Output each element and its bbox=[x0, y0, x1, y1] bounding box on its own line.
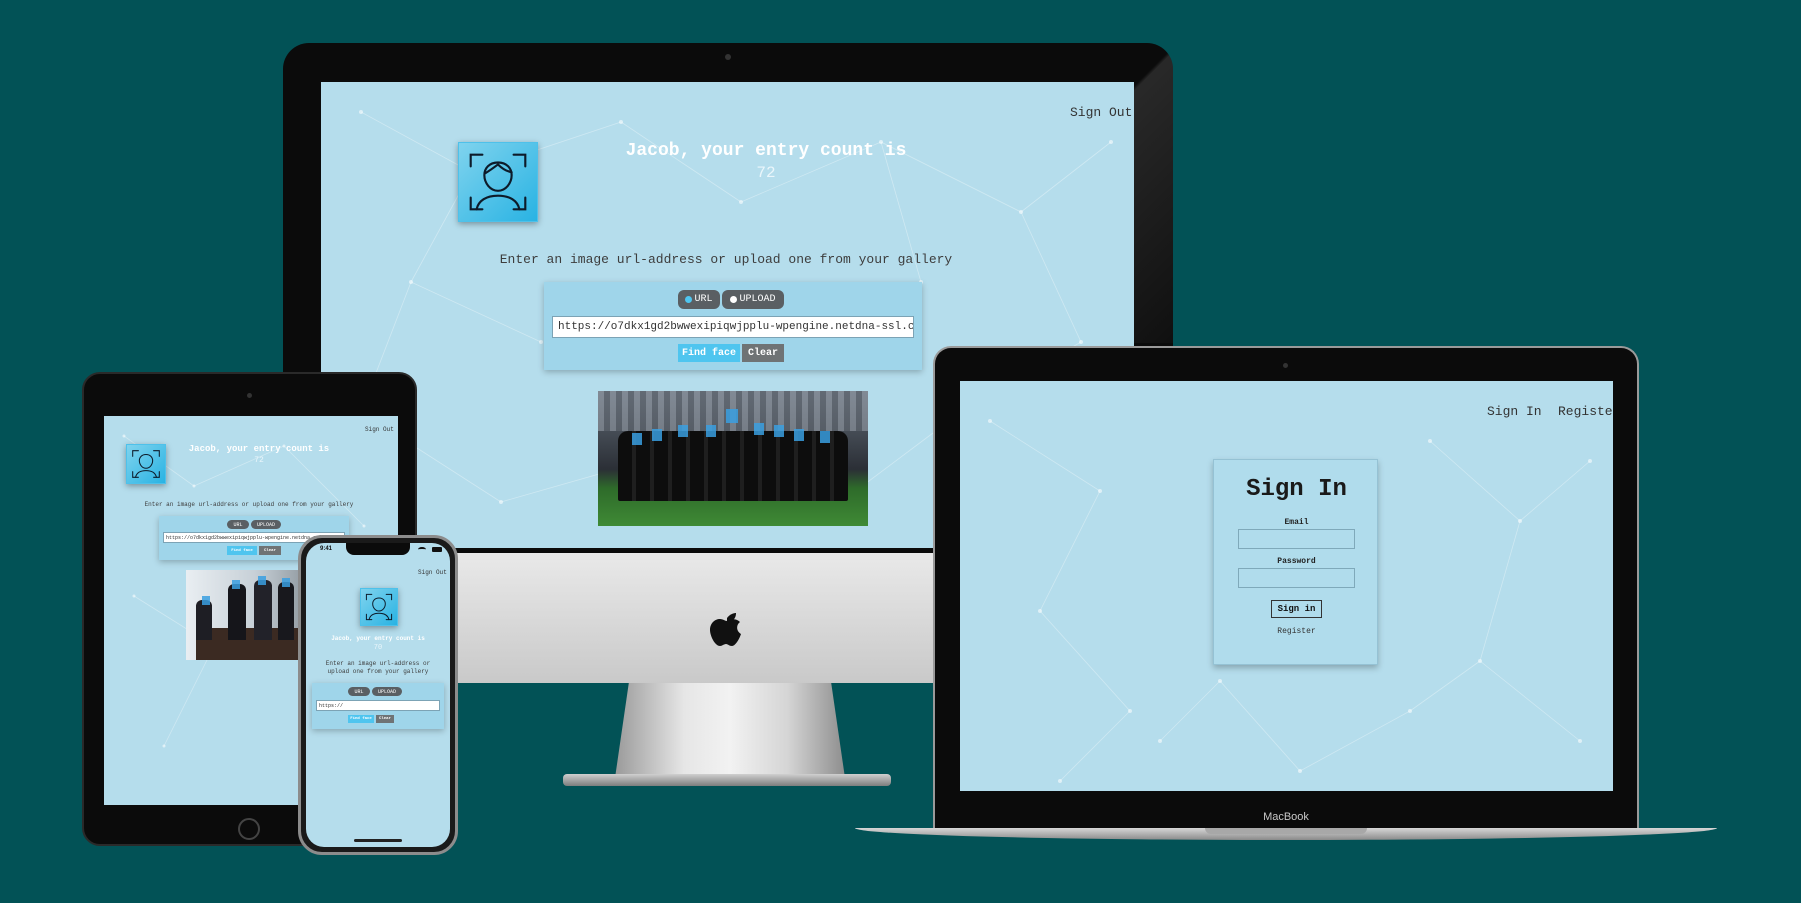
tablet-face-detection-icon bbox=[132, 450, 160, 478]
instructions-text: Enter an image url-address or upload one… bbox=[499, 252, 953, 267]
tablet-entry-count-value: 72 bbox=[254, 456, 264, 465]
tablet-find-face-button[interactable]: Find face bbox=[227, 546, 257, 555]
phone-face-detection-icon bbox=[365, 593, 393, 621]
imac-foot bbox=[563, 774, 891, 786]
face-box-1 bbox=[652, 429, 662, 441]
url-toggle-label: URL bbox=[694, 294, 713, 305]
tablet-camera bbox=[247, 393, 252, 398]
tablet-home-button bbox=[238, 818, 260, 840]
face-detection-icon bbox=[469, 153, 527, 211]
tablet-face-box-4 bbox=[282, 578, 290, 587]
tablet-sign-out-link[interactable]: Sign Out bbox=[365, 426, 394, 433]
upload-toggle[interactable]: UPLOAD bbox=[722, 290, 784, 309]
face-box-3 bbox=[706, 425, 716, 437]
face-box-7 bbox=[794, 429, 804, 441]
tablet-clear-button[interactable]: Clear bbox=[259, 546, 281, 555]
imac-camera bbox=[725, 54, 731, 60]
phone-app-logo bbox=[360, 588, 398, 626]
password-field[interactable] bbox=[1238, 568, 1355, 588]
password-label: Password bbox=[1277, 557, 1316, 566]
laptop-register-link[interactable]: Register bbox=[1558, 404, 1613, 419]
tablet-entry-count-heading: Jacob, your entry count is bbox=[188, 444, 330, 454]
sign-out-link[interactable]: Sign Out bbox=[1070, 105, 1132, 120]
find-face-button[interactable]: Find face bbox=[678, 344, 740, 362]
radio-selected-icon bbox=[685, 296, 693, 303]
phone-entry-count-value: 70 bbox=[373, 644, 383, 652]
face-box-9 bbox=[632, 433, 642, 445]
sign-in-card: Sign In Email Password Sign in Register bbox=[1213, 459, 1378, 665]
email-field[interactable] bbox=[1238, 529, 1355, 549]
sign-in-title: Sign In bbox=[1246, 476, 1347, 503]
tablet-face-box-3 bbox=[258, 576, 266, 585]
tablet-face-box-1 bbox=[202, 596, 210, 605]
app-logo bbox=[458, 142, 538, 222]
phone-url-form-card: URL UPLOAD https:// Find face Clear bbox=[312, 683, 444, 729]
laptop-trackpad-notch bbox=[1205, 828, 1367, 834]
phone-clear-button[interactable]: Clear bbox=[376, 715, 394, 723]
register-link[interactable]: Register bbox=[1214, 627, 1379, 636]
imac-stand bbox=[615, 683, 845, 778]
person-1 bbox=[196, 600, 212, 640]
sign-in-button[interactable]: Sign in bbox=[1271, 600, 1322, 618]
phone-entry-count-heading: Jacob, your entry count is bbox=[331, 635, 425, 642]
person-3 bbox=[254, 580, 272, 640]
phone-instructions-text: Enter an image url-address or upload one… bbox=[325, 660, 431, 675]
radio-unselected-icon bbox=[730, 296, 738, 303]
phone-image-url-value: https:// bbox=[319, 702, 344, 709]
phone-image-url-input[interactable]: https:// bbox=[316, 700, 440, 711]
tablet-instructions-text: Enter an image url-address or upload one… bbox=[144, 501, 354, 508]
url-toggle[interactable]: URL bbox=[678, 290, 720, 309]
clear-button[interactable]: Clear bbox=[742, 344, 784, 362]
url-form-card: URL UPLOAD https://o7dkx1gd2bwwexipiqwjp… bbox=[544, 282, 922, 370]
laptop-sign-in-link[interactable]: Sign In bbox=[1487, 404, 1542, 419]
tablet-url-toggle[interactable]: URL bbox=[227, 520, 249, 529]
image-url-input[interactable]: https://o7dkx1gd2bwwexipiqwjpplu-wpengin… bbox=[552, 316, 914, 338]
phone-status-time: 9:41 bbox=[320, 546, 333, 552]
laptop-camera bbox=[1283, 363, 1288, 368]
face-box-6 bbox=[774, 425, 784, 437]
phone-wifi-icon bbox=[418, 547, 426, 552]
phone-battery-icon bbox=[432, 547, 442, 552]
face-box-8 bbox=[820, 431, 830, 443]
laptop-screen: Sign In Register Sign In Email Password … bbox=[960, 381, 1613, 791]
tablet-face-box-2 bbox=[232, 580, 240, 589]
phone-notch bbox=[346, 543, 410, 555]
face-box-2 bbox=[678, 425, 688, 437]
email-label: Email bbox=[1284, 518, 1309, 527]
entry-count-value: 72 bbox=[756, 164, 776, 182]
phone-find-face-button[interactable]: Find face bbox=[348, 715, 374, 723]
face-box-5 bbox=[754, 423, 764, 435]
phone-url-toggle[interactable]: URL bbox=[348, 687, 370, 696]
detected-image bbox=[598, 391, 868, 526]
person-4 bbox=[278, 582, 294, 640]
phone-upload-toggle[interactable]: UPLOAD bbox=[372, 687, 402, 696]
upload-toggle-label: UPLOAD bbox=[739, 294, 776, 305]
image-url-value: https://o7dkx1gd2bwwexipiqwjpplu-wpengin… bbox=[558, 321, 914, 333]
tablet-image-url-value: https://o7dkx1gd2bwwexipiqwjpplu-wpengin… bbox=[166, 534, 329, 541]
laptop-brand: MacBook bbox=[1263, 811, 1309, 823]
tablet-app-logo bbox=[126, 444, 166, 484]
entry-count-heading: Jacob, your entry count is bbox=[625, 141, 907, 161]
phone-sign-out-link[interactable]: Sign Out bbox=[418, 569, 447, 576]
players-group bbox=[618, 431, 848, 501]
phone-screen: 9:41 Sign Out Jacob, your entry count is… bbox=[306, 543, 450, 847]
phone-home-indicator bbox=[354, 839, 402, 842]
tablet-upload-toggle[interactable]: UPLOAD bbox=[251, 520, 281, 529]
apple-logo-icon bbox=[706, 604, 748, 656]
tablet-detected-image bbox=[186, 570, 311, 660]
person-2 bbox=[228, 584, 246, 640]
face-box-4 bbox=[726, 409, 738, 423]
